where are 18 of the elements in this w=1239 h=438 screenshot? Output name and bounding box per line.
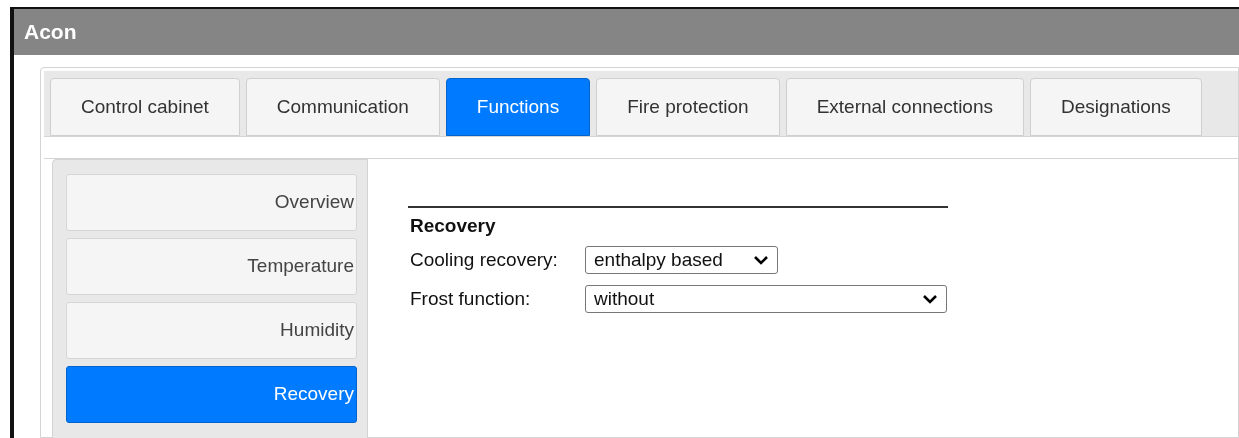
field-label: Frost function:: [410, 287, 532, 311]
dropdown[interactable]: enthalpy based: [585, 245, 778, 274]
tab[interactable]: External connections: [785, 78, 1024, 136]
section-title: Recovery: [410, 214, 497, 238]
tab[interactable]: Communication: [245, 78, 440, 136]
tab[interactable]: Functions: [445, 78, 591, 136]
side-tab[interactable]: Overview: [66, 174, 357, 231]
field-label: Cooling recovery:: [410, 247, 559, 272]
side-tab[interactable]: Temperature: [66, 238, 357, 295]
side-tab[interactable]: Recovery: [66, 366, 357, 423]
window-title: Acon: [24, 19, 77, 46]
tab[interactable]: Designations: [1030, 78, 1202, 136]
dropdown[interactable]: without: [585, 285, 947, 314]
tab[interactable]: Fire protection: [596, 78, 780, 136]
side-tab[interactable]: Humidity: [66, 302, 357, 359]
chevron-down-icon: [922, 293, 938, 306]
tab[interactable]: Control cabinet: [50, 78, 240, 136]
chevron-down-icon: [753, 253, 769, 266]
